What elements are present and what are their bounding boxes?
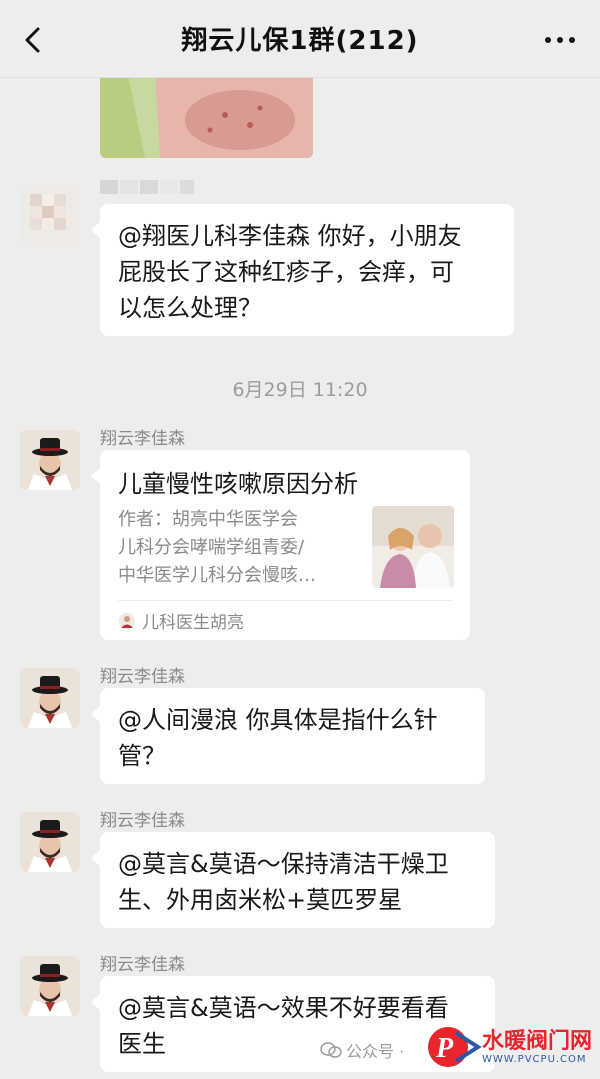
message-bubble[interactable]: @翔医儿科李佳森 你好，小朋友 屁股长了这种红疹子，会痒，可 以怎么处理？ (91, 204, 514, 336)
avatar-doctor[interactable] (20, 956, 80, 1016)
avatar-doctor[interactable] (20, 812, 80, 872)
logo-emblem-icon: P (427, 1027, 482, 1067)
avatar-doctor[interactable] (20, 668, 80, 728)
wechat-watermark: 公众号 · (320, 1038, 404, 1062)
chat-header: 翔云儿保1群(212) (0, 0, 600, 78)
logo-url: WWW.PVCPU.COM (481, 1053, 587, 1065)
sender-name: 翔云李佳森 (100, 667, 185, 687)
message-bubble[interactable]: @人间漫浪 你具体是指什么针 管？ (91, 688, 485, 784)
avatar-blurred[interactable] (20, 186, 80, 246)
back-arrow-icon[interactable] (16, 22, 52, 58)
message-timestamp: 6月29日 11:20 (232, 379, 368, 401)
chat-screen: 翔云儿保1群(212) @翔医儿科李佳森 你好，小朋友 屁股长了这种红疹子，会痒… (0, 0, 600, 1079)
article-thumbnail (372, 506, 454, 588)
source-avatar-icon (119, 612, 135, 629)
wechat-icon (320, 1042, 342, 1058)
card-divider (118, 600, 452, 601)
logo-text: 水暖阀门网 (481, 1028, 592, 1054)
article-card[interactable]: 儿童慢性咳嗽原因分析 作者：胡亮中华医学会 儿科分会哮喘学组青委/ 中华医学儿科… (91, 450, 470, 640)
source-name: 儿科医生胡亮 (142, 613, 244, 633)
avatar-doctor[interactable] (20, 430, 80, 490)
article-description: 作者：胡亮中华医学会 儿科分会哮喘学组青委/ 中华医学儿科分会慢咳… (118, 509, 316, 586)
sender-name-blurred (100, 178, 200, 201)
watermark-text: 公众号 · (346, 1042, 405, 1061)
article-source: 儿科医生胡亮 (118, 608, 244, 633)
article-title: 儿童慢性咳嗽原因分析 (118, 470, 358, 498)
sender-name: 翔云李佳森 (100, 811, 185, 831)
chat-title: 翔云儿保1群(212) (181, 26, 419, 56)
svg-text:P: P (435, 1033, 454, 1064)
sender-name: 翔云李佳森 (100, 955, 185, 975)
more-options-icon[interactable] (540, 28, 580, 52)
sender-name: 翔云李佳森 (100, 429, 185, 449)
message-bubble[interactable]: @莫言&莫语～保持清洁干燥卫 生、外用卤米松+莫匹罗星 (91, 832, 495, 928)
site-logo: P 水暖阀门网 WWW.PVCPU.COM (426, 1023, 592, 1071)
